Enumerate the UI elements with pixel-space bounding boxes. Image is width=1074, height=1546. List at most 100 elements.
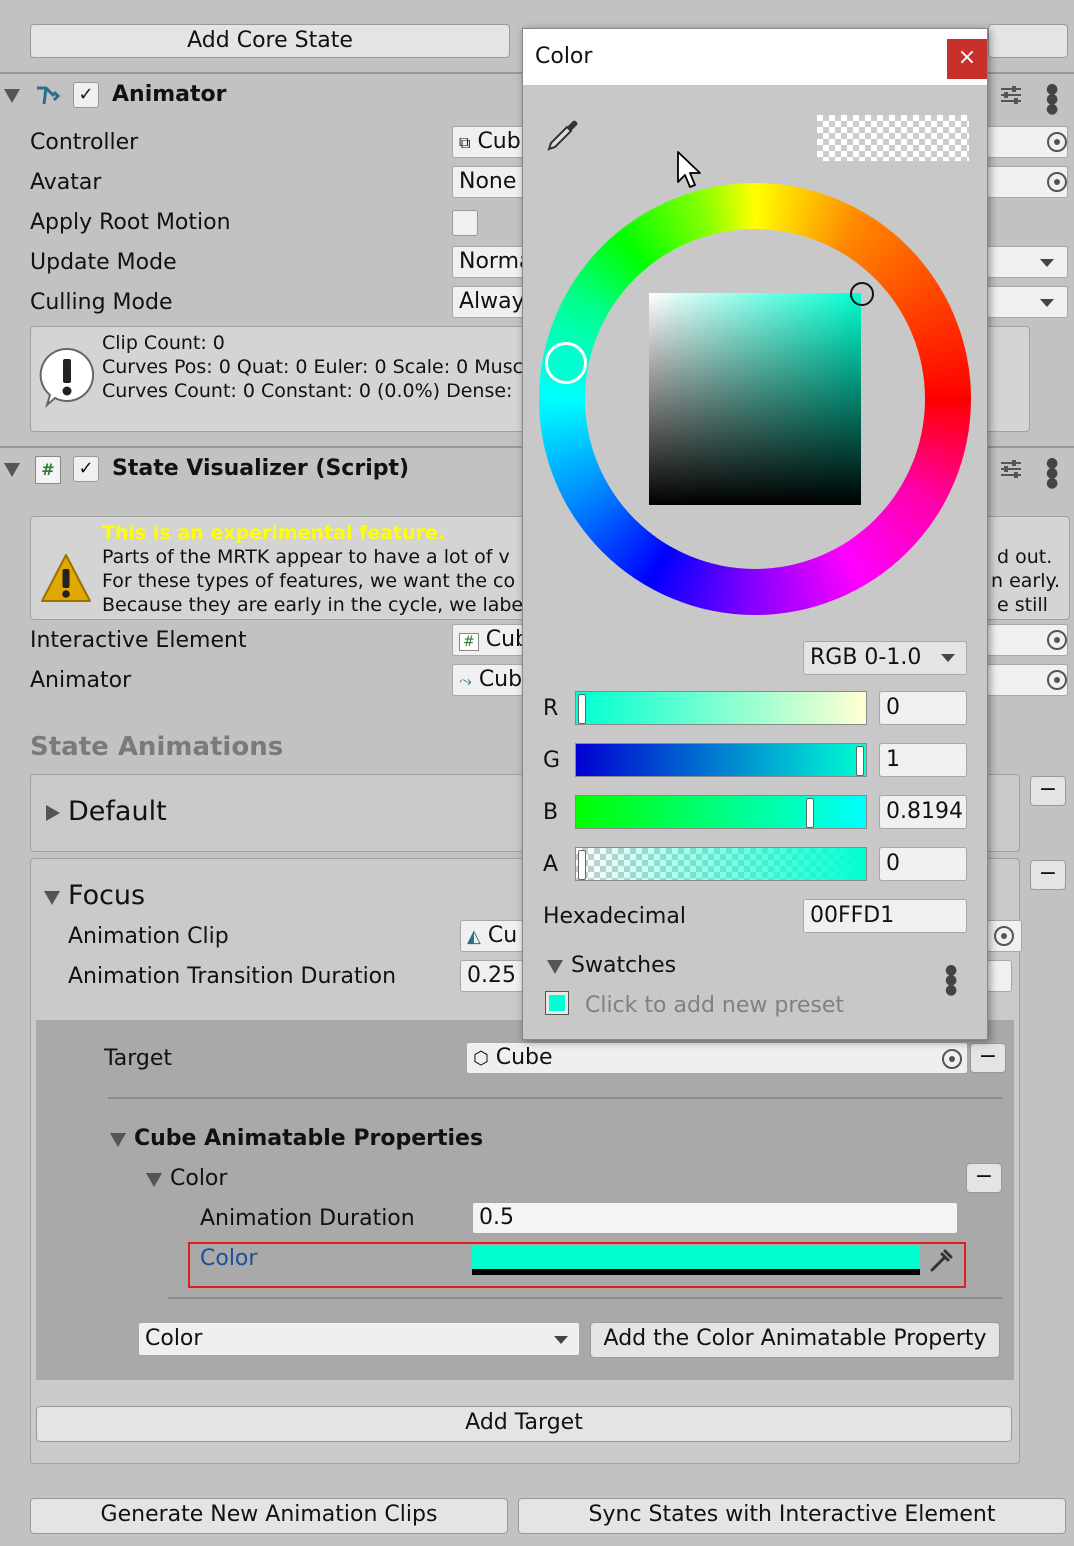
g-slider-handle[interactable] — [856, 746, 864, 776]
animator-icon — [37, 86, 61, 105]
add-preset-swatch[interactable] — [545, 991, 569, 1015]
b-slider-handle[interactable] — [806, 798, 814, 828]
hex-input[interactable]: 00FFD1 — [803, 899, 967, 933]
object-picker-icon[interactable] — [1047, 172, 1067, 192]
presets-icon[interactable] — [998, 82, 1024, 108]
animation-clip-value: Cu — [487, 923, 518, 948]
animation-clip-icon: ◭ — [467, 926, 481, 947]
avatar-value: None — [459, 169, 517, 194]
object-picker-icon[interactable] — [1047, 670, 1067, 690]
collapse-arrow-icon[interactable] — [146, 1173, 162, 1187]
b-input[interactable]: 0.8194 — [879, 795, 967, 829]
expand-arrow-icon[interactable] — [46, 805, 60, 821]
state-visualizer-enabled-checkbox[interactable]: ✓ — [73, 456, 99, 482]
mouse-cursor-icon — [677, 151, 701, 188]
close-icon: × — [957, 45, 977, 70]
generate-clips-button[interactable]: Generate New Animation Clips — [30, 1498, 508, 1534]
collapse-arrow-icon[interactable] — [4, 89, 20, 103]
transition-duration-value: 0.25 — [467, 963, 516, 988]
object-picker-icon[interactable] — [942, 1049, 962, 1069]
dropdown-arrow-icon — [941, 654, 955, 662]
animator-ref-label: Animator — [30, 668, 132, 693]
animation-duration-field[interactable]: 0.5 — [472, 1202, 958, 1234]
remove-target-button[interactable]: − — [970, 1043, 1006, 1073]
a-slider[interactable] — [575, 847, 867, 881]
update-mode-label: Update Mode — [30, 250, 177, 275]
add-preset-label[interactable]: Click to add new preset — [585, 991, 844, 1021]
swatches-label: Swatches — [571, 953, 677, 978]
remove-default-button[interactable]: − — [1030, 776, 1066, 806]
remove-color-property-button[interactable]: − — [966, 1163, 1002, 1193]
culling-mode-value: Alway — [459, 289, 525, 314]
warning-line: Parts of the MRTK appear to have a lot o… — [102, 546, 510, 568]
color-field-label: Color — [200, 1246, 258, 1271]
sv-picker-handle[interactable] — [850, 282, 874, 306]
focus-state-label[interactable]: Focus — [68, 881, 145, 911]
kebab-menu-icon[interactable]: ● ● ● — [945, 963, 957, 997]
script-icon: # — [459, 633, 479, 651]
info-icon — [39, 347, 95, 409]
color-picker-title: Color — [535, 44, 593, 69]
warning-line-tail: d out. — [997, 546, 1053, 568]
add-core-state-button-right[interactable] — [988, 24, 1068, 58]
hue-picker-handle[interactable] — [545, 342, 587, 384]
r-input[interactable]: 0 — [879, 691, 967, 725]
animation-clip-label: Animation Clip — [68, 924, 229, 949]
color-picker-titlebar[interactable]: Color × — [523, 29, 987, 85]
r-slider-handle[interactable] — [578, 694, 586, 724]
close-button[interactable]: × — [947, 39, 987, 79]
object-picker-icon[interactable] — [1047, 132, 1067, 152]
dropdown-arrow-icon — [1040, 259, 1054, 267]
warning-title: This is an experimental feature. — [102, 522, 446, 544]
sync-states-button[interactable]: Sync States with Interactive Element — [518, 1498, 1066, 1534]
a-slider-handle[interactable] — [578, 850, 586, 880]
r-slider[interactable] — [575, 691, 867, 725]
state-visualizer-title: State Visualizer (Script) — [112, 456, 410, 481]
add-target-button[interactable]: Add Target — [36, 1406, 1012, 1442]
target-label: Target — [104, 1046, 173, 1071]
color-eyedropper-button[interactable] — [920, 1245, 958, 1275]
eyedropper-icon[interactable] — [543, 115, 583, 155]
kebab-menu-icon[interactable]: ● ● ● — [1046, 456, 1058, 490]
warning-icon — [41, 554, 91, 602]
g-slider[interactable] — [575, 743, 867, 777]
default-state-label[interactable]: Default — [68, 797, 167, 827]
property-type-dropdown[interactable]: Color — [138, 1322, 580, 1356]
a-label: A — [543, 852, 559, 877]
dropdown-arrow-icon — [554, 1336, 568, 1344]
apply-root-motion-checkbox[interactable] — [452, 210, 478, 236]
collapse-arrow-icon[interactable] — [44, 891, 60, 905]
warning-line-tail: n early. — [991, 570, 1061, 592]
object-picker-icon[interactable] — [994, 926, 1014, 946]
color-group-label: Color — [170, 1166, 228, 1191]
collapse-arrow-icon[interactable] — [110, 1133, 126, 1147]
culling-mode-label: Culling Mode — [30, 290, 173, 315]
presets-icon[interactable] — [998, 456, 1024, 482]
dropdown-arrow-icon — [1040, 299, 1054, 307]
controller-value: Cub — [477, 129, 521, 154]
animation-duration-label: Animation Duration — [200, 1206, 415, 1231]
animator-title: Animator — [112, 82, 227, 107]
cube-props-label: Cube Animatable Properties — [134, 1126, 484, 1151]
b-slider[interactable] — [575, 795, 867, 829]
color-picker-window: Color × RGB 0-1.0 R 0 G 1 B 0.8194 A 0 H… — [522, 28, 988, 1040]
animator-enabled-checkbox[interactable]: ✓ — [73, 82, 99, 108]
color-swatch-field[interactable] — [472, 1245, 920, 1275]
divider — [108, 1097, 1002, 1099]
divider — [168, 1297, 1002, 1299]
collapse-arrow-icon[interactable] — [547, 960, 563, 974]
saturation-value-square[interactable] — [649, 293, 861, 505]
object-picker-icon[interactable] — [1047, 630, 1067, 650]
add-core-state-button[interactable]: Add Core State — [30, 24, 510, 58]
kebab-menu-icon[interactable]: ● ● ● — [1046, 82, 1058, 116]
remove-focus-button[interactable]: − — [1030, 860, 1066, 890]
a-input[interactable]: 0 — [879, 847, 967, 881]
add-color-property-button[interactable]: Add the Color Animatable Property — [590, 1322, 1000, 1358]
script-icon: # — [35, 456, 61, 484]
animator-icon: ⤳ — [459, 671, 472, 690]
target-field[interactable]: ⬡ Cube — [466, 1042, 968, 1074]
transition-duration-label: Animation Transition Duration — [68, 964, 397, 989]
a-slider-gradient — [576, 848, 866, 880]
g-input[interactable]: 1 — [879, 743, 967, 777]
collapse-arrow-icon[interactable] — [4, 463, 20, 477]
